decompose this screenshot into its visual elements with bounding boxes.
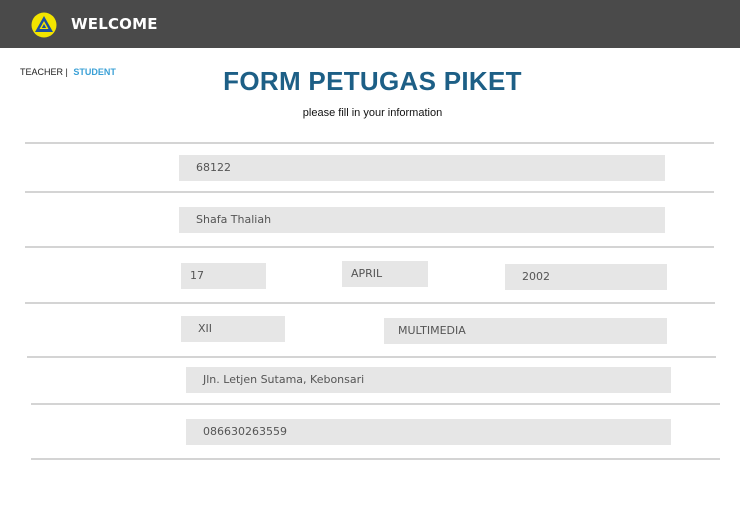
triangle-logo-icon xyxy=(31,12,57,38)
address-field[interactable]: Jln. Letjen Sutama, Kebonsari xyxy=(186,367,671,393)
birth-month-field[interactable]: APRIL xyxy=(342,261,428,287)
divider xyxy=(25,142,714,144)
phone-field[interactable]: 086630263559 xyxy=(186,419,671,445)
divider xyxy=(25,191,714,193)
divider xyxy=(31,403,720,405)
welcome-title: WELCOME xyxy=(71,15,158,33)
divider xyxy=(31,458,720,460)
major-field[interactable]: MULTIMEDIA xyxy=(384,318,667,344)
form-title: FORM PETUGAS PIKET xyxy=(223,66,522,96)
divider xyxy=(27,356,716,358)
divider xyxy=(25,246,714,248)
divider xyxy=(25,302,715,304)
id-number-field[interactable]: 68122 xyxy=(179,155,665,181)
class-level-field[interactable]: XII xyxy=(181,316,285,342)
top-bar: WELCOME xyxy=(0,0,740,48)
birth-year-field[interactable]: 2002 xyxy=(505,264,667,290)
form-subtitle: please fill in your information xyxy=(302,107,443,119)
name-field[interactable]: Shafa Thaliah xyxy=(179,207,665,233)
birth-day-field[interactable]: 17 xyxy=(181,263,266,289)
